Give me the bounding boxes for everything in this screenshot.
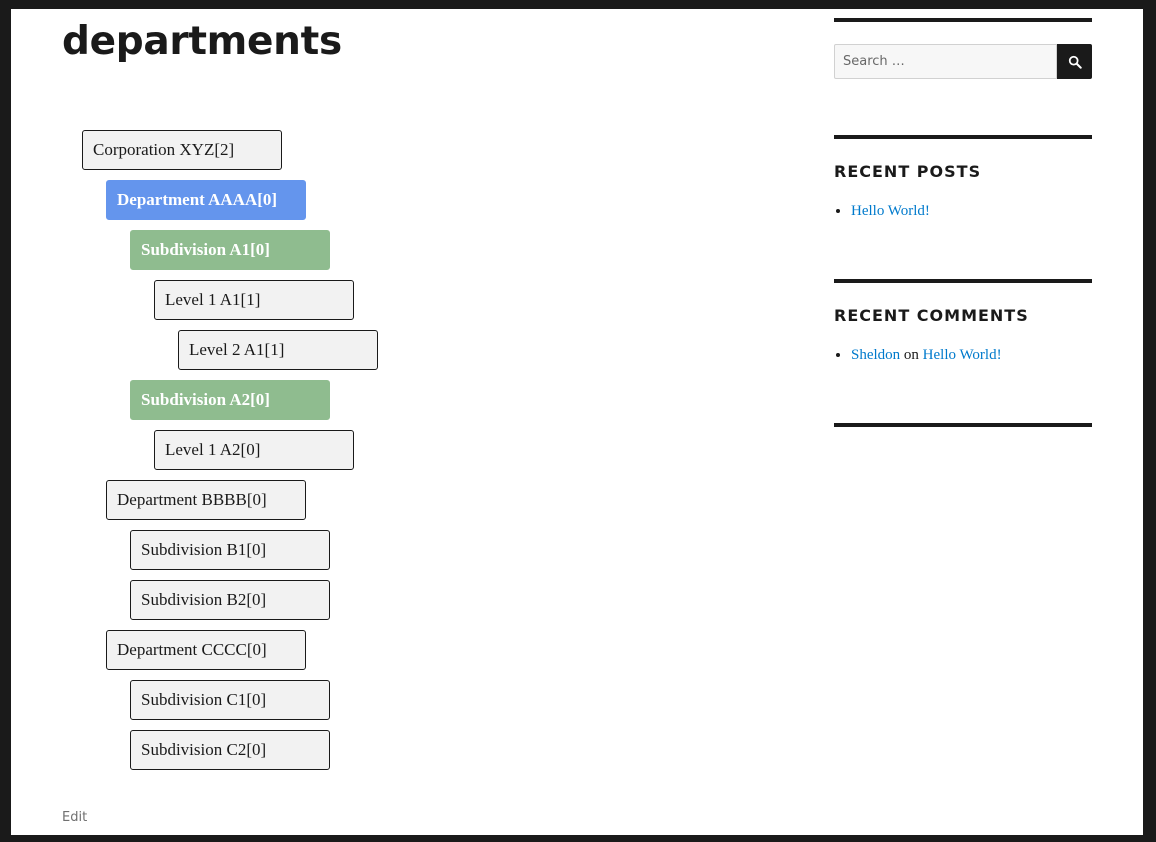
recent-comments-title: RECENT COMMENTS xyxy=(834,306,1029,325)
widget-divider xyxy=(834,18,1092,22)
list-item: Hello World! xyxy=(851,203,930,220)
list-item: Sheldon on Hello World! xyxy=(851,347,1002,364)
page-content: departments Corporation XYZ[2] Department… xyxy=(11,9,1143,835)
tree-node[interactable]: Department CCCC[0] xyxy=(106,630,306,670)
comment-post-link[interactable]: Hello World! xyxy=(923,347,1002,363)
search-icon xyxy=(1068,55,1082,69)
tree-node[interactable]: Department AAAA[0] xyxy=(106,180,306,220)
tree-node[interactable]: Subdivision C2[0] xyxy=(130,730,330,770)
recent-post-link[interactable]: Hello World! xyxy=(851,203,930,219)
recent-posts-title: RECENT POSTS xyxy=(834,162,982,181)
comment-connector: on xyxy=(903,347,919,363)
search-button[interactable] xyxy=(1057,44,1092,79)
tree-node[interactable]: Level 2 A1[1] xyxy=(178,330,378,370)
widget-divider xyxy=(834,135,1092,139)
widget-divider xyxy=(834,423,1092,427)
tree-node[interactable]: Subdivision A2[0] xyxy=(130,380,330,420)
comment-author-link[interactable]: Sheldon xyxy=(851,347,900,363)
tree-node[interactable]: Subdivision A1[0] xyxy=(130,230,330,270)
edit-link[interactable]: Edit xyxy=(62,810,87,825)
recent-comments-list: Sheldon on Hello World! xyxy=(834,347,1002,364)
tree-node[interactable]: Department BBBB[0] xyxy=(106,480,306,520)
tree-node[interactable]: Subdivision B2[0] xyxy=(130,580,330,620)
tree-node[interactable]: Subdivision C1[0] xyxy=(130,680,330,720)
tree-node[interactable]: Level 1 A2[0] xyxy=(154,430,354,470)
tree-node[interactable]: Subdivision B1[0] xyxy=(130,530,330,570)
widget-divider xyxy=(834,279,1092,283)
tree-node[interactable]: Level 1 A1[1] xyxy=(154,280,354,320)
search-input[interactable] xyxy=(834,44,1057,79)
page-title: departments xyxy=(62,19,342,64)
recent-posts-list: Hello World! xyxy=(834,203,930,220)
tree-node[interactable]: Corporation XYZ[2] xyxy=(82,130,282,170)
